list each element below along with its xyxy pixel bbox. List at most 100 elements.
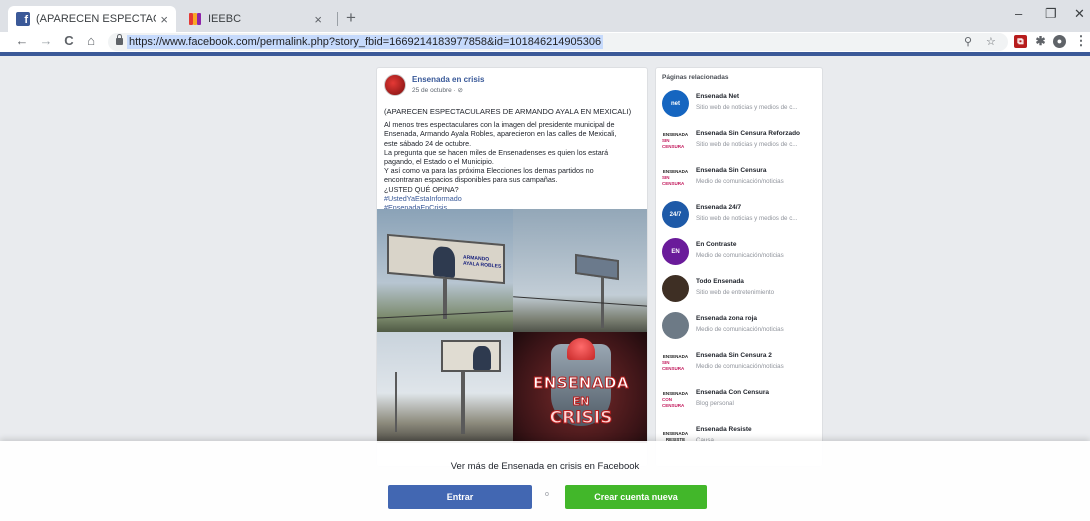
- related-page-avatar[interactable]: EN: [662, 238, 689, 265]
- close-window-button[interactable]: ✕: [1074, 6, 1085, 22]
- bookmark-star-icon[interactable]: ☆: [986, 35, 996, 48]
- related-page-name[interactable]: Ensenada Con Censura: [696, 389, 769, 396]
- related-page-item[interactable]: 24/7 Ensenada 24/7 Sitio web de noticias y…: [662, 201, 822, 231]
- url-text[interactable]: https://www.facebook.com/permalink.php?s…: [127, 35, 604, 49]
- post-headline: (APARECEN ESPECTACULARES DE ARMANDO AYAL…: [384, 107, 632, 116]
- browser-tab-strip: f (APARECEN ESPECTACULARES D × IEEBC × +…: [0, 0, 1090, 32]
- post-line: este sábado 24 de octubre.: [384, 138, 472, 148]
- billboard-photo-1[interactable]: ARMANDO AYALA ROBLES: [377, 209, 513, 332]
- related-page-avatar[interactable]: ENSENADA SIN CENSURA: [662, 127, 689, 154]
- billboard: [575, 253, 619, 281]
- restore-button[interactable]: ❐: [1045, 6, 1057, 22]
- related-page-name[interactable]: Todo Ensenada: [696, 278, 744, 285]
- tab-ieebc[interactable]: IEEBC ×: [180, 6, 330, 32]
- reload-button[interactable]: C: [61, 33, 77, 48]
- related-page-avatar[interactable]: ENSENADA SIN CENSURA: [662, 164, 689, 191]
- related-page-category: Blog personal: [696, 400, 734, 407]
- billboard: ARMANDO AYALA ROBLES: [387, 233, 505, 285]
- globe-icon: ⊘: [457, 87, 463, 94]
- browser-toolbar: ← → C ⌂ https://www.facebook.com/permali…: [0, 32, 1090, 52]
- related-page-name[interactable]: Ensenada 24/7: [696, 204, 741, 211]
- post-line: Al menos tres espectaculares con la imag…: [384, 120, 615, 130]
- post-line: Ensenada, Armando Ayala Robles, aparecie…: [384, 129, 617, 139]
- extensions-puzzle-icon[interactable]: ✱: [1034, 35, 1047, 48]
- post-line: pagando, el Estado o el Municipio.: [384, 157, 494, 167]
- ensenada-en-crisis-logo-image[interactable]: ENSENADA EN CRISIS: [513, 332, 647, 443]
- related-page-avatar[interactable]: net: [662, 90, 689, 117]
- ieebc-favicon-icon: [188, 12, 202, 26]
- post-line: ¿USTED QUÉ OPINA?: [384, 184, 459, 194]
- page-avatar[interactable]: [384, 74, 406, 96]
- related-page-item[interactable]: ENSENADA SIN CENSURA Ensenada Sin Censura …: [662, 127, 822, 157]
- related-page-item[interactable]: EN En Contraste Medio de comunicación/noti…: [662, 238, 822, 268]
- hashtag-link[interactable]: #UstedYaEstaInformado: [384, 194, 646, 203]
- new-tab-button[interactable]: +: [346, 8, 356, 28]
- related-page-avatar[interactable]: 24/7: [662, 201, 689, 228]
- billboard: [441, 340, 501, 372]
- post-date[interactable]: 25 de octubre · ⊘: [412, 86, 463, 94]
- related-page-item[interactable]: Ensenada zona roja Medio de comunicación/…: [662, 312, 822, 342]
- related-pages-title: Páginas relacionadas: [662, 74, 729, 81]
- related-page-item[interactable]: Todo Ensenada Sitio web de entretenimient…: [662, 275, 822, 305]
- profile-avatar-icon[interactable]: ●: [1053, 35, 1066, 48]
- crisis-image-text: ENSENADA: [532, 374, 630, 393]
- or-separator: o: [545, 491, 549, 498]
- post-line: La pregunta que se hacen miles de Ensena…: [384, 147, 609, 157]
- facebook-header-bar: [0, 52, 1090, 56]
- related-page-name[interactable]: Ensenada Net: [696, 93, 739, 100]
- related-page-category: Medio de comunicación/noticias: [696, 326, 784, 333]
- post-line: encontraran espacios disponibles para su…: [384, 175, 558, 185]
- related-page-category: Sitio web de noticias y medios de c...: [696, 141, 798, 148]
- page-name-link[interactable]: Ensenada en crisis: [412, 75, 484, 84]
- facebook-post: Ensenada en crisis 25 de octubre · ⊘ (AP…: [376, 67, 648, 467]
- crisis-image-text: EN: [572, 395, 590, 409]
- related-page-avatar[interactable]: ENSENADA CON CENSURA: [662, 386, 689, 413]
- related-page-category: Sitio web de noticias y medios de c...: [696, 104, 798, 111]
- related-page-avatar[interactable]: ENSENADA SIN CENSURA: [662, 349, 689, 376]
- back-button[interactable]: ←: [14, 33, 30, 48]
- related-page-name[interactable]: Ensenada Sin Censura Reforzado: [696, 130, 800, 137]
- related-page-avatar[interactable]: [662, 275, 689, 302]
- browser-menu-icon[interactable]: ⋮: [1073, 33, 1089, 49]
- related-page-name[interactable]: Ensenada Sin Censura 2: [696, 352, 772, 359]
- related-page-name[interactable]: Ensenada Sin Censura: [696, 167, 766, 174]
- zoom-icon[interactable]: ⚲: [964, 35, 972, 48]
- tab-separator: [337, 12, 338, 26]
- related-page-category: Medio de comunicación/noticias: [696, 252, 784, 259]
- related-page-item[interactable]: ENSENADA SIN CENSURA Ensenada Sin Censura …: [662, 349, 822, 379]
- pdf-extension-icon[interactable]: ⧉: [1014, 35, 1027, 48]
- siren-icon: [567, 338, 595, 360]
- related-pages-panel: Páginas relacionadas net Ensenada Net Siti…: [655, 67, 823, 467]
- related-page-name[interactable]: Ensenada zona roja: [696, 315, 757, 322]
- tab-title: (APARECEN ESPECTACULARES D: [36, 13, 156, 25]
- related-page-item[interactable]: net Ensenada Net Sitio web de noticias y m…: [662, 90, 822, 120]
- forward-button[interactable]: →: [38, 33, 54, 48]
- minimize-button[interactable]: –: [1015, 6, 1022, 21]
- home-button[interactable]: ⌂: [83, 33, 99, 48]
- create-account-button[interactable]: Crear cuenta nueva: [565, 485, 707, 509]
- billboard-text: ARMANDO AYALA ROBLES: [463, 254, 502, 270]
- crisis-image-text: CRISIS: [549, 408, 613, 429]
- post-line: Y así como va para las próxima Eleccione…: [384, 166, 594, 176]
- login-overlay: Ver más de Ensenada en crisis en Faceboo…: [0, 441, 1090, 521]
- related-page-item[interactable]: ENSENADA SIN CENSURA Ensenada Sin Censura M…: [662, 164, 822, 194]
- related-page-category: Sitio web de entretenimiento: [696, 289, 775, 296]
- billboard-photo-2[interactable]: [513, 209, 647, 332]
- related-page-avatar[interactable]: [662, 312, 689, 339]
- related-page-category: Medio de comunicación/noticias: [696, 178, 784, 185]
- tab-title: IEEBC: [208, 13, 242, 25]
- post-date-text: 25 de octubre ·: [412, 87, 458, 94]
- related-page-item[interactable]: ENSENADA CON CENSURA Ensenada Con Censura B…: [662, 386, 822, 416]
- post-header: Ensenada en crisis 25 de octubre · ⊘: [384, 74, 644, 98]
- post-photo-grid: ARMANDO AYALA ROBLES ENSENADA EN CRISIS: [377, 209, 647, 443]
- related-page-category: Sitio web de noticias y medios de c...: [696, 215, 798, 222]
- tab-close-icon[interactable]: ×: [160, 12, 168, 27]
- address-bar[interactable]: https://www.facebook.com/permalink.php?s…: [108, 33, 1008, 51]
- tab-facebook-post[interactable]: f (APARECEN ESPECTACULARES D ×: [8, 6, 176, 32]
- tab-close-icon[interactable]: ×: [314, 12, 322, 27]
- related-page-name[interactable]: En Contraste: [696, 241, 736, 248]
- billboard-photo-3[interactable]: [377, 332, 513, 443]
- related-page-name[interactable]: Ensenada Resiste: [696, 426, 752, 433]
- login-button[interactable]: Entrar: [388, 485, 532, 509]
- facebook-favicon-icon: f: [16, 12, 30, 26]
